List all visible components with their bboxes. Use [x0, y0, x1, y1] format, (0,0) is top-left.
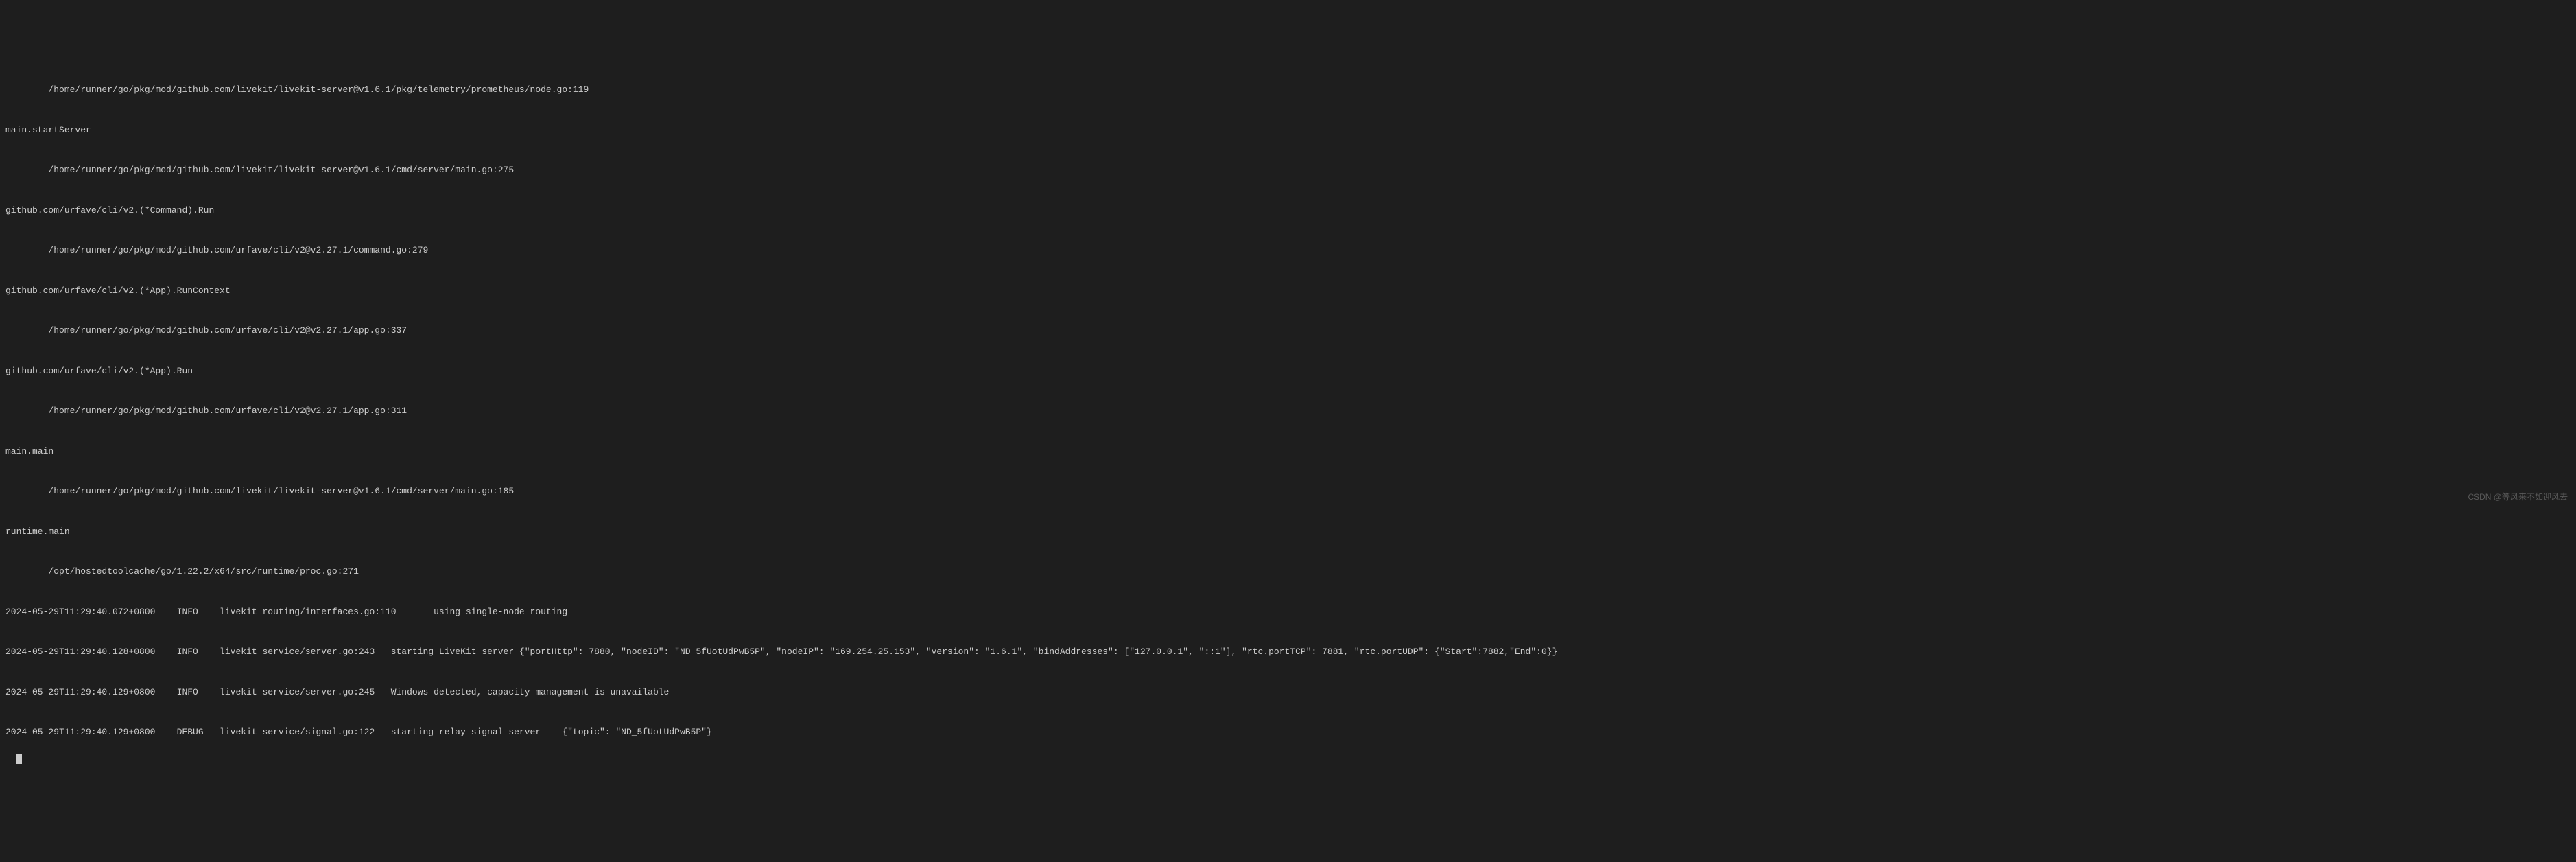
log-info-line: 2024-05-29T11:29:40.072+0800 INFO liveki…	[5, 605, 2571, 619]
stack-trace-line: github.com/urfave/cli/v2.(*Command).Run	[5, 204, 2571, 218]
stack-trace-line: main.main	[5, 445, 2571, 458]
stack-trace-line: /home/runner/go/pkg/mod/github.com/urfav…	[5, 324, 2571, 338]
stack-trace-line: github.com/urfave/cli/v2.(*App).Run	[5, 364, 2571, 378]
terminal-output[interactable]: /home/runner/go/pkg/mod/github.com/livek…	[5, 56, 2571, 766]
stack-trace-line: /home/runner/go/pkg/mod/github.com/livek…	[5, 163, 2571, 177]
stack-trace-line: github.com/urfave/cli/v2.(*App).RunConte…	[5, 284, 2571, 298]
stack-trace-line: /home/runner/go/pkg/mod/github.com/livek…	[5, 83, 2571, 97]
stack-trace-line: /home/runner/go/pkg/mod/github.com/urfav…	[5, 244, 2571, 257]
terminal-cursor	[16, 754, 22, 764]
log-info-line: 2024-05-29T11:29:40.129+0800 INFO liveki…	[5, 686, 2571, 699]
log-debug-line: 2024-05-29T11:29:40.129+0800 DEBUG livek…	[5, 725, 2571, 739]
stack-trace-line: runtime.main	[5, 525, 2571, 539]
stack-trace-line: /home/runner/go/pkg/mod/github.com/livek…	[5, 485, 2571, 498]
stack-trace-line: /home/runner/go/pkg/mod/github.com/urfav…	[5, 404, 2571, 418]
stack-trace-line: /opt/hostedtoolcache/go/1.22.2/x64/src/r…	[5, 565, 2571, 579]
log-info-line: 2024-05-29T11:29:40.128+0800 INFO liveki…	[5, 645, 2571, 659]
stack-trace-line: main.startServer	[5, 124, 2571, 137]
